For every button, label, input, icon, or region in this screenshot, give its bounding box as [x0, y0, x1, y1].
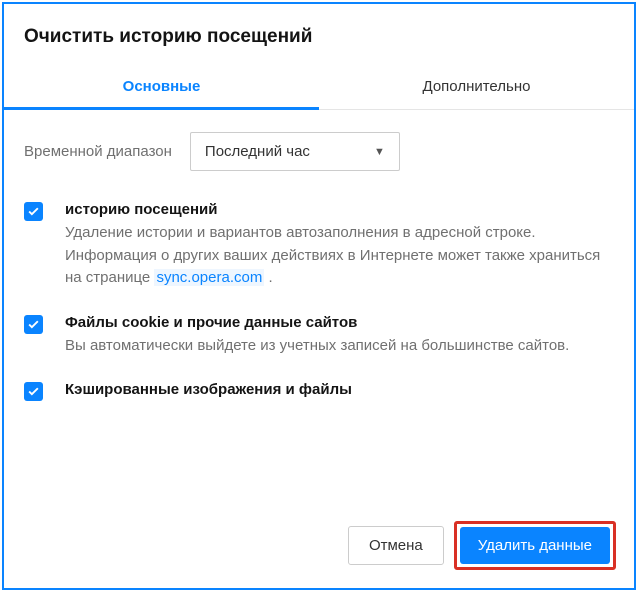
time-range-selected: Последний час	[205, 143, 310, 160]
option-cookies: Файлы cookie и прочие данные сайтов Вы а…	[24, 314, 614, 358]
tab-advanced[interactable]: Дополнительно	[319, 66, 634, 109]
tabs: Основные Дополнительно	[4, 66, 634, 110]
time-range-select[interactable]: Последний час ▼	[190, 132, 400, 171]
checkbox-history[interactable]	[24, 202, 43, 221]
option-title: Кэшированные изображения и файлы	[65, 381, 614, 398]
check-icon	[27, 205, 40, 218]
chevron-down-icon: ▼	[374, 146, 385, 158]
option-history: историю посещений Удаление истории и вар…	[24, 201, 614, 290]
checkbox-cookies[interactable]	[24, 315, 43, 334]
option-body: Файлы cookie и прочие данные сайтов Вы а…	[65, 314, 614, 358]
check-icon	[27, 318, 40, 331]
option-body: историю посещений Удаление истории и вар…	[65, 201, 614, 290]
option-title: историю посещений	[65, 201, 614, 218]
sync-link[interactable]: sync.opera.com	[154, 269, 264, 286]
option-title: Файлы cookie и прочие данные сайтов	[65, 314, 614, 331]
cancel-button[interactable]: Отмена	[348, 526, 444, 565]
check-icon	[27, 385, 40, 398]
checkbox-cache[interactable]	[24, 382, 43, 401]
tab-basic[interactable]: Основные	[4, 66, 319, 109]
dialog-content: Временной диапазон Последний час ▼ истор…	[4, 110, 634, 503]
time-range-label: Временной диапазон	[24, 143, 172, 160]
confirm-button-highlight: Удалить данные	[454, 521, 616, 570]
dialog-footer: Отмена Удалить данные	[4, 503, 634, 588]
option-body: Кэшированные изображения и файлы	[65, 381, 614, 402]
option-desc: Вы автоматически выйдете из учетных запи…	[65, 335, 614, 358]
clear-history-dialog: Очистить историю посещений Основные Допо…	[2, 2, 636, 590]
option-desc: Удаление истории и вариантов автозаполне…	[65, 222, 614, 290]
time-range-row: Временной диапазон Последний час ▼	[24, 132, 614, 171]
dialog-title: Очистить историю посещений	[4, 4, 634, 66]
option-cache: Кэшированные изображения и файлы	[24, 381, 614, 402]
confirm-button[interactable]: Удалить данные	[460, 527, 610, 564]
